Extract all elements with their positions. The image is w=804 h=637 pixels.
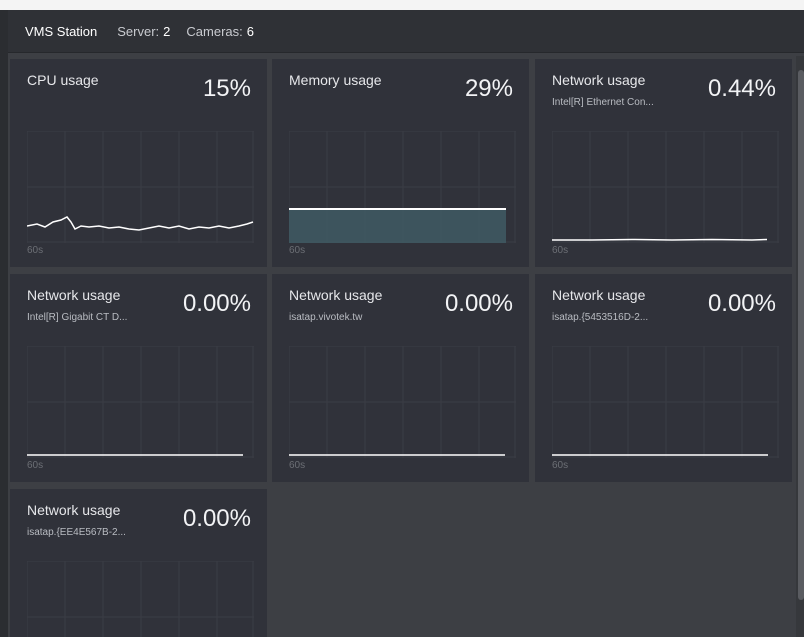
panel-label: Network usage	[27, 287, 121, 303]
panel-axis-label: 60s	[289, 245, 306, 256]
panel-sublabel: Intel[R] Gigabit CT D...	[27, 312, 128, 323]
panel-axis-label: 60s	[552, 245, 569, 256]
memory-usage-panel: Memory usage 29% 60s	[272, 59, 529, 267]
panel-label: CPU usage	[27, 72, 99, 88]
server-value: 2	[163, 23, 171, 39]
cameras-label: Cameras:	[186, 23, 243, 39]
left-edge	[0, 10, 8, 637]
panel-sublabel: Intel[R] Ethernet Con...	[552, 97, 654, 108]
panel-axis-label: 60s	[27, 245, 44, 256]
network-usage-chart	[552, 131, 779, 243]
panel-sublabel: isatap.vivotek.tw	[289, 312, 363, 323]
network-usage-chart	[27, 346, 254, 458]
network-usage-chart	[289, 346, 516, 458]
network-usage-panel: Network usage Intel[R] Gigabit CT D... 0…	[10, 274, 267, 482]
memory-usage-value: 29%	[464, 75, 513, 102]
cpu-usage-chart	[27, 131, 254, 243]
cameras-value: 6	[246, 23, 254, 39]
cpu-usage-line	[27, 216, 254, 231]
cpu-usage-value: 15%	[202, 75, 251, 102]
network-usage-chart	[552, 346, 779, 458]
panel-axis-label: 60s	[552, 460, 569, 471]
network-usage-panel: Network usage Intel[R] Ethernet Con... 0…	[535, 59, 792, 267]
camera-count: Cameras: 6	[186, 24, 254, 39]
server-label: Server:	[117, 23, 160, 39]
panel-label: Network usage	[27, 502, 121, 518]
network-usage-value: 0.00%	[707, 290, 776, 317]
memory-usage-fill	[289, 209, 506, 243]
network-usage-value: 0.44%	[707, 75, 776, 102]
panel-sublabel: isatap.{5453516D-2...	[552, 312, 649, 323]
network-usage-chart	[27, 561, 254, 637]
panel-sublabel: isatap.{EE4E567B-2...	[27, 527, 126, 538]
network-usage-value: 0.00%	[182, 505, 251, 532]
panel-label: Network usage	[289, 287, 383, 303]
scrollbar-thumb[interactable]	[798, 70, 804, 600]
network-usage-panel: Network usage isatap.vivotek.tw 0.00% 60…	[272, 274, 529, 482]
network-usage-panel: Network usage isatap.{5453516D-2... 0.00…	[535, 274, 792, 482]
window-top-strip	[0, 0, 804, 10]
panel-label: Memory usage	[289, 72, 382, 88]
network-usage-panel: Network usage isatap.{EE4E567B-2... 0.00…	[10, 489, 267, 637]
app-title: VMS Station	[25, 23, 98, 39]
panel-axis-label: 60s	[27, 460, 44, 471]
panel-axis-label: 60s	[289, 460, 306, 471]
cpu-usage-panel: CPU usage 15% 60s	[10, 59, 267, 267]
header-bar: VMS Station Server: 2 Cameras: 6	[8, 10, 804, 53]
network-usage-line	[552, 238, 768, 241]
server-count: Server: 2	[117, 24, 170, 39]
network-usage-value: 0.00%	[182, 290, 251, 317]
panel-label: Network usage	[552, 72, 646, 88]
memory-usage-chart	[289, 131, 516, 243]
network-usage-value: 0.00%	[444, 290, 513, 317]
panel-label: Network usage	[552, 287, 646, 303]
